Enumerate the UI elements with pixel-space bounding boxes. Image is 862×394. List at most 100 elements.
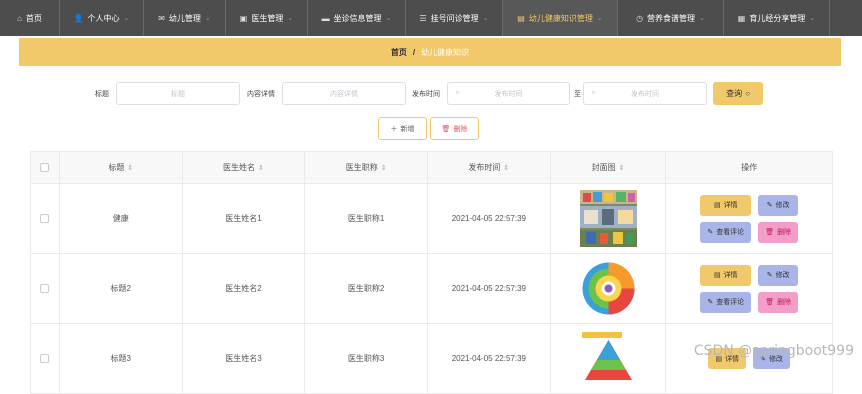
time-end-input[interactable]: ▫ 发布时间: [583, 82, 707, 105]
button-label: 查看评论: [716, 297, 744, 307]
batch-delete-button[interactable]: 🗑 删除: [430, 117, 479, 140]
header-publish-time[interactable]: 发布时间⇕: [428, 152, 551, 183]
cell-actions: ▤详情 ✎修改 ✎查看评论 🗑删除: [666, 254, 832, 323]
row-checkbox[interactable]: [40, 214, 49, 223]
chevron-down-icon: ⌄: [597, 14, 603, 22]
header-checkbox-cell: [31, 152, 60, 183]
cell-actions: ▤详情 ✎修改 ✎查看评论 🗑删除: [666, 184, 832, 253]
home-icon: ⌂: [17, 14, 22, 23]
header-label: 操作: [741, 162, 757, 173]
header-cover[interactable]: 封面图⇕: [551, 152, 667, 183]
nav-item-home[interactable]: ⌂ 首页: [0, 0, 60, 36]
breadcrumb-separator: /: [413, 48, 415, 57]
nav-item-label: 首页: [26, 13, 42, 24]
calendar-icon: ▫: [456, 88, 459, 97]
edit-button[interactable]: ✎修改: [758, 195, 798, 216]
row-actions: ▤详情 ✎修改 ✎查看评论 🗑删除: [700, 265, 798, 313]
chevron-down-icon: ⌄: [386, 14, 392, 22]
time-label: 发布时间: [412, 89, 440, 99]
button-label: 修改: [776, 270, 790, 280]
row-checkbox-cell: [31, 254, 60, 323]
trash-icon: 🗑: [765, 298, 774, 306]
cover-image-food-pyramid[interactable]: [580, 330, 637, 387]
time-start-input[interactable]: ▫ 发布时间: [447, 82, 570, 105]
table-header: 标题⇕ 医生姓名⇕ 医生职称⇕ 发布时间⇕ 封面图⇕ 操作: [30, 151, 833, 184]
detail-button[interactable]: ▤详情: [700, 265, 751, 286]
nav-item-nutrition-recipes[interactable]: ◷ 营养食谱管理 ⌄: [618, 0, 724, 36]
mail-icon: ✉: [158, 14, 165, 23]
user-icon: 👤: [74, 14, 84, 23]
nav-item-label: 幼儿管理: [169, 13, 201, 24]
search-button-label: 查询: [726, 88, 742, 99]
cell-cover: [551, 184, 667, 253]
nav-item-consult-info[interactable]: ▬ 坐诊信息管理 ⌄: [308, 0, 406, 36]
cover-image-food-wheel[interactable]: [580, 260, 637, 317]
search-button[interactable]: 查询 ○: [713, 82, 763, 105]
title-placeholder: 标题: [171, 89, 185, 99]
sort-icon: ⇕: [258, 164, 264, 172]
delete-button[interactable]: 🗑删除: [758, 292, 798, 313]
nav-item-registration[interactable]: ☰ 挂号问诊管理 ⌄: [406, 0, 503, 36]
edit-button[interactable]: ✎修改: [758, 265, 798, 286]
add-button[interactable]: ＋ 新增: [378, 117, 427, 140]
nav-item-doctor-management[interactable]: ▣ 医生管理 ⌄: [226, 0, 308, 36]
sort-icon: ⇕: [619, 164, 625, 172]
time-start-placeholder: 发布时间: [495, 89, 523, 99]
nav-item-health-knowledge[interactable]: ▤ 幼儿健康知识管理 ⌄: [503, 0, 618, 36]
button-label: 查看评论: [716, 227, 744, 237]
row-actions: ▤详情 ✎修改 ✎查看评论 🗑删除: [700, 195, 798, 243]
calendar-icon: ▫: [592, 88, 595, 97]
nav-item-label: 坐诊信息管理: [334, 13, 382, 24]
document-icon: ▤: [714, 271, 721, 279]
cover-image-classroom[interactable]: [580, 190, 637, 247]
pencil-icon: ✎: [767, 271, 773, 279]
chevron-down-icon: ⌄: [124, 14, 130, 22]
doctor-icon: ▣: [240, 14, 248, 23]
header-doctor-name[interactable]: 医生姓名⇕: [183, 152, 306, 183]
pencil-icon: ✎: [707, 298, 713, 306]
trash-icon: 🗑: [442, 125, 451, 133]
detail-button[interactable]: ▤详情: [700, 195, 751, 216]
add-button-label: 新增: [401, 124, 415, 134]
cell-doctor-name: 医生姓名2: [183, 254, 306, 323]
view-comments-button[interactable]: ✎查看评论: [700, 222, 751, 243]
row-checkbox[interactable]: [40, 284, 49, 293]
button-label: 删除: [777, 227, 791, 237]
table-row: 标题3 医生姓名3 医生职称3 2021-04-05 22:57:39 ▤详情 …: [30, 324, 833, 394]
cell-doctor-rank: 医生职称2: [305, 254, 428, 323]
nav-item-label: 医生管理: [251, 13, 283, 24]
nav-item-label: 育儿经分享管理: [749, 13, 805, 24]
content-label: 内容详情: [247, 89, 275, 99]
watermark: CSDN @springboot999: [694, 343, 854, 359]
header-label: 医生姓名: [223, 162, 255, 173]
nav-item-parenting-share[interactable]: ▦ 育儿经分享管理 ⌄: [724, 0, 830, 36]
table-row: 标题2 医生姓名2 医生职称2 2021-04-05 22:57:39 ▤详情 …: [30, 254, 833, 324]
button-label: 详情: [724, 270, 738, 280]
breadcrumb-home[interactable]: 首页: [391, 47, 407, 58]
sort-icon: ⇕: [381, 164, 387, 172]
row-checkbox-cell: [31, 184, 60, 253]
nav-item-personal-center[interactable]: 👤 个人中心 ⌄: [60, 0, 144, 36]
content-input[interactable]: 内容详情: [282, 82, 406, 105]
button-label: 修改: [776, 200, 790, 210]
view-comments-button[interactable]: ✎查看评论: [700, 292, 751, 313]
nav-item-label: 挂号问诊管理: [431, 13, 479, 24]
time-end-placeholder: 发布时间: [631, 89, 659, 99]
monitor-icon: ▬: [322, 14, 330, 23]
title-input[interactable]: 标题: [116, 82, 240, 105]
chevron-down-icon: ⌄: [483, 14, 489, 22]
cell-publish-time: 2021-04-05 22:57:39: [428, 324, 551, 393]
cell-title: 标题2: [60, 254, 183, 323]
cell-publish-time: 2021-04-05 22:57:39: [428, 184, 551, 253]
nav-item-label: 幼儿健康知识管理: [529, 13, 593, 24]
delete-button[interactable]: 🗑删除: [758, 222, 798, 243]
select-all-checkbox[interactable]: [40, 163, 49, 172]
cell-title: 健康: [60, 184, 183, 253]
header-doctor-rank[interactable]: 医生职称⇕: [305, 152, 428, 183]
row-checkbox[interactable]: [40, 354, 49, 363]
clock-icon: ◷: [636, 14, 643, 23]
header-title[interactable]: 标题⇕: [60, 152, 183, 183]
chevron-down-icon: ⌄: [287, 14, 293, 22]
nav-item-child-management[interactable]: ✉ 幼儿管理 ⌄: [144, 0, 226, 36]
search-icon: ○: [745, 89, 750, 98]
